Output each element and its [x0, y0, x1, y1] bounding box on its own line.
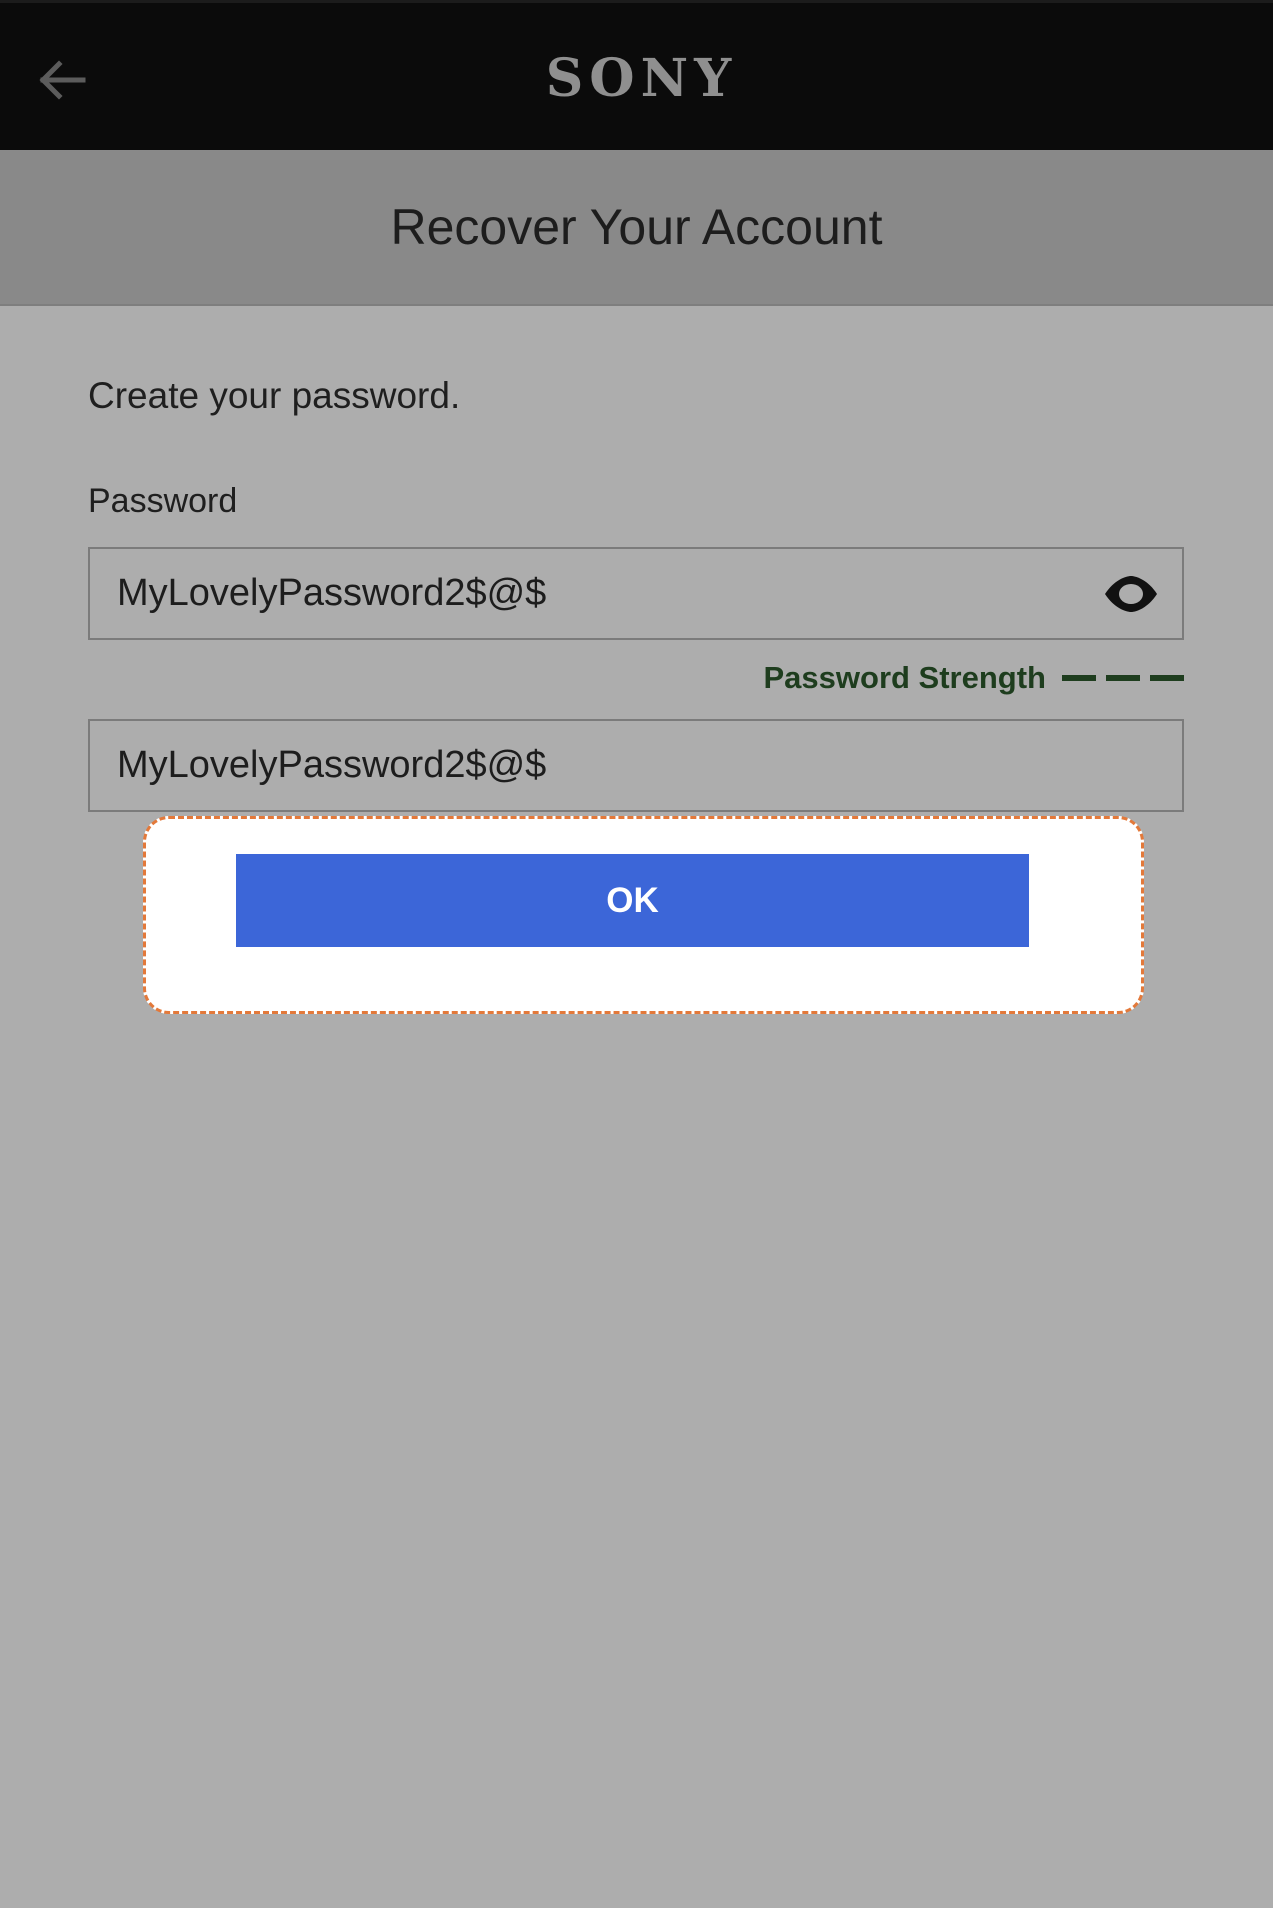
- password-label: Password: [88, 482, 238, 520]
- page-title: Recover Your Account: [390, 199, 883, 255]
- strength-label: Password Strength: [763, 660, 1047, 695]
- top-bar: SONY: [0, 0, 1273, 150]
- page-header: Recover Your Account: [0, 150, 1273, 306]
- strength-bar: [1106, 675, 1140, 681]
- strength-meter: [1062, 675, 1184, 681]
- password-strength-indicator: Password Strength: [763, 660, 1184, 696]
- strength-bar: [1062, 675, 1096, 681]
- confirm-password-value: MyLovelyPassword2$@$: [117, 744, 547, 786]
- strength-bar: [1150, 675, 1184, 681]
- password-value: MyLovelyPassword2$@$: [117, 572, 547, 614]
- instruction-text: Create your password.: [88, 375, 461, 416]
- ok-button[interactable]: OK: [236, 854, 1029, 947]
- password-field[interactable]: MyLovelyPassword2$@$: [88, 547, 1184, 640]
- show-password-toggle[interactable]: [1102, 574, 1160, 614]
- eye-icon: [1105, 575, 1157, 612]
- sony-logo: SONY: [545, 47, 738, 109]
- confirm-password-field[interactable]: MyLovelyPassword2$@$: [88, 719, 1184, 812]
